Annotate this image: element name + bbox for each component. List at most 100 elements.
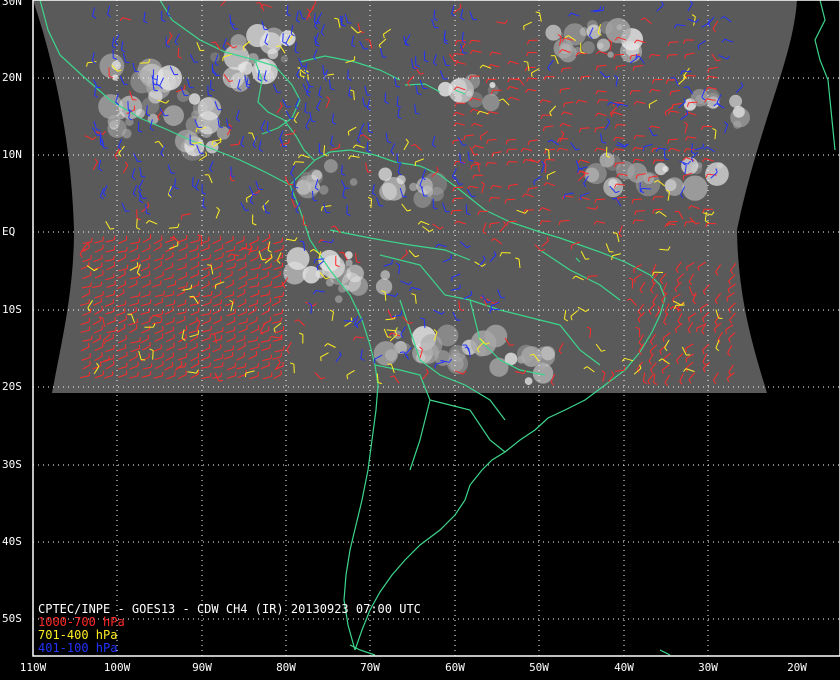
wind-barb-flag bbox=[685, 348, 687, 353]
lon-label: 80W bbox=[276, 661, 296, 674]
wind-barb-flag bbox=[103, 147, 108, 149]
wind-barb-flag bbox=[267, 243, 269, 248]
wind-barb-flag bbox=[648, 104, 651, 109]
wind-barb-flag bbox=[209, 372, 212, 377]
cloud-blob bbox=[323, 159, 338, 173]
cloud-blob bbox=[188, 93, 201, 105]
wind-barb bbox=[192, 142, 202, 144]
wind-barb-flag bbox=[150, 363, 153, 368]
wind-barb bbox=[99, 132, 102, 142]
wind-barb-flag bbox=[135, 324, 138, 329]
wind-barb-flag bbox=[210, 291, 213, 296]
cloud-blob bbox=[121, 128, 132, 139]
wind-barb-flag bbox=[400, 310, 403, 316]
cloud-blob bbox=[540, 346, 556, 361]
lat-label: 10N bbox=[2, 148, 22, 161]
wind-barb-flag bbox=[612, 232, 617, 234]
cloud-blob bbox=[346, 264, 364, 283]
wind-barb-flag bbox=[459, 284, 461, 289]
lon-label: 50W bbox=[529, 661, 549, 674]
wind-barb-flag bbox=[89, 360, 91, 365]
cloud-blob bbox=[379, 182, 397, 201]
wind-barb bbox=[174, 178, 176, 188]
wind-barb-flag bbox=[257, 363, 259, 368]
cloud-blob bbox=[539, 362, 547, 370]
wind-barb-flag bbox=[163, 290, 165, 295]
cloud-blob bbox=[597, 42, 604, 50]
wind-barb bbox=[653, 208, 663, 211]
lon-label: 20W bbox=[787, 661, 807, 674]
wind-barb-flag bbox=[268, 306, 271, 311]
wind-barb-flag bbox=[686, 267, 688, 272]
wind-barb-flag bbox=[228, 127, 233, 129]
cloud-blob bbox=[373, 341, 399, 366]
lat-label: 20N bbox=[2, 71, 22, 84]
wind-barb-flag bbox=[99, 334, 101, 339]
wind-barb-flag bbox=[220, 372, 223, 377]
wind-barb-flag bbox=[211, 141, 214, 146]
cloud-blob bbox=[375, 278, 393, 295]
wind-barb bbox=[687, 74, 697, 77]
wind-barb-flag bbox=[149, 299, 152, 304]
lon-label: 90W bbox=[192, 661, 212, 674]
wind-barb-flag bbox=[283, 345, 285, 350]
wind-barb-flag bbox=[320, 357, 322, 362]
lat-label: 50S bbox=[2, 612, 22, 625]
wind-barb-flag bbox=[138, 291, 141, 296]
cloud-blob bbox=[396, 175, 406, 185]
cloud-blob bbox=[605, 18, 631, 44]
wind-barb-flag bbox=[221, 362, 224, 367]
wind-barb bbox=[136, 218, 138, 228]
cloud-blob bbox=[380, 270, 391, 280]
wind-barb-flag bbox=[474, 153, 479, 156]
wind-barb-flag bbox=[197, 359, 200, 364]
wind-barb-flag bbox=[462, 144, 467, 146]
wind-barb bbox=[506, 198, 516, 201]
wind-barb-flag bbox=[270, 354, 273, 359]
wind-barb-flag bbox=[244, 362, 247, 367]
wind-barb-flag bbox=[268, 233, 271, 238]
wind-barb bbox=[507, 220, 517, 223]
wind-barb bbox=[433, 9, 436, 19]
cloud-blob bbox=[489, 81, 496, 89]
cloud-blob bbox=[185, 115, 205, 135]
cloud-blob bbox=[437, 81, 453, 97]
wind-barb-flag bbox=[88, 299, 90, 304]
wind-barb bbox=[312, 190, 314, 200]
cloud-blob bbox=[466, 90, 473, 97]
wind-barb bbox=[688, 101, 698, 104]
wind-barb-flag bbox=[125, 61, 130, 64]
wind-barb-flag bbox=[633, 268, 635, 274]
wind-barb-flag bbox=[210, 325, 212, 330]
wind-barb-flag bbox=[88, 289, 91, 294]
wind-barb-flag bbox=[108, 356, 110, 361]
wind-barb-flag bbox=[697, 45, 700, 50]
cloud-blob bbox=[130, 69, 155, 94]
wind-barb bbox=[310, 304, 313, 314]
cloud-blob bbox=[267, 48, 279, 60]
wind-barb-flag bbox=[257, 281, 260, 286]
wind-barb bbox=[490, 197, 501, 199]
cloud-blob bbox=[619, 40, 643, 63]
cloud-blob bbox=[654, 162, 668, 176]
cloud-blob bbox=[524, 377, 533, 386]
wind-barb-flag bbox=[471, 195, 476, 198]
wind-barb-flag bbox=[88, 371, 91, 376]
wind-barb-flag bbox=[382, 56, 387, 58]
cloud-blob bbox=[521, 346, 542, 367]
wind-barb-flag bbox=[325, 211, 330, 214]
cloud-blob bbox=[454, 94, 463, 103]
wind-barb-flag bbox=[133, 105, 136, 110]
wind-barb-flag bbox=[699, 308, 702, 313]
wind-barb-flag bbox=[281, 237, 284, 242]
wind-barb-flag bbox=[209, 254, 211, 259]
cloud-blob bbox=[311, 170, 323, 181]
wind-barb-flag bbox=[134, 70, 140, 73]
wind-barb bbox=[581, 75, 591, 78]
wind-barb-flag bbox=[233, 245, 236, 250]
cloud-blob bbox=[349, 178, 358, 186]
wind-barb-flag bbox=[507, 185, 510, 190]
wind-barb-flag bbox=[126, 246, 128, 251]
wind-barb-flag bbox=[373, 359, 376, 364]
wind-barb-flag bbox=[672, 298, 674, 303]
